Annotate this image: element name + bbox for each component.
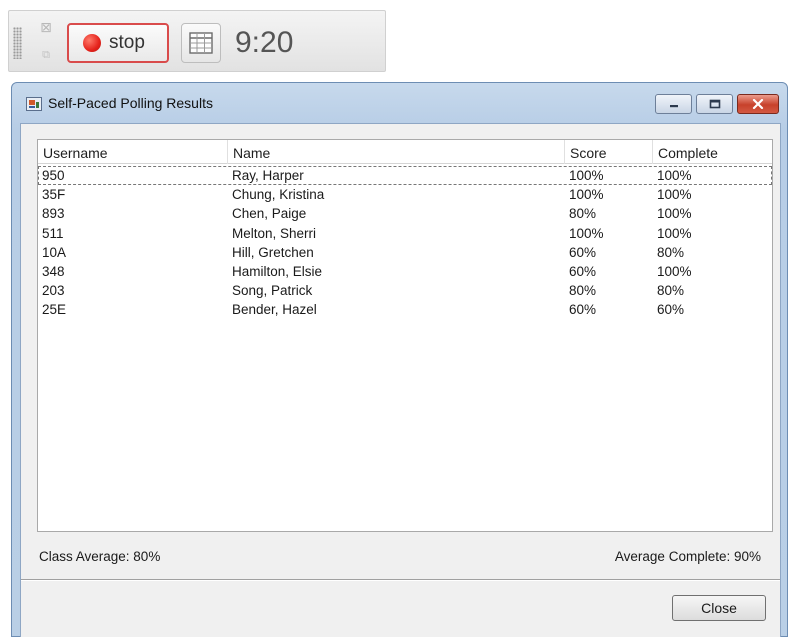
- window-controls: [655, 94, 779, 114]
- cell-name: Ray, Harper: [232, 168, 304, 183]
- cell-name: Chen, Paige: [232, 206, 307, 222]
- cell-complete: 100%: [657, 263, 692, 279]
- cell-score: 60%: [569, 302, 597, 318]
- maximize-button[interactable]: [696, 94, 733, 114]
- list-row[interactable]: 511 Melton, Sherri 100% 100%: [38, 224, 772, 243]
- list-row[interactable]: 35F Chung, Kristina 100% 100%: [38, 185, 772, 204]
- stop-button[interactable]: stop: [67, 23, 169, 63]
- cell-name: Bender, Hazel: [232, 302, 317, 318]
- cell-complete: 80%: [657, 283, 685, 299]
- cell-complete: 100%: [657, 187, 692, 203]
- cell-complete: 100%: [657, 225, 692, 241]
- cell-username: 25E: [42, 302, 67, 318]
- cell-score: 100%: [569, 168, 604, 183]
- cell-name: Hill, Gretchen: [232, 244, 314, 260]
- window-title: Self-Paced Polling Results: [48, 95, 213, 111]
- cell-name: Melton, Sherri: [232, 225, 317, 241]
- minimize-button[interactable]: [655, 94, 692, 114]
- close-icon: [752, 99, 764, 109]
- cell-username: 10A: [42, 244, 67, 260]
- average-complete-label: Average Complete: 90%: [614, 549, 761, 564]
- cell-username: 511: [42, 225, 64, 241]
- cell-score: 60%: [569, 263, 597, 279]
- cell-name: Chung, Kristina: [232, 187, 325, 203]
- cell-username: 950: [42, 168, 65, 183]
- cell-score: 100%: [569, 225, 604, 241]
- stop-button-label: stop: [109, 32, 145, 53]
- cell-username: 203: [42, 283, 65, 299]
- list-row[interactable]: 203 Song, Patrick 80% 80%: [38, 281, 772, 300]
- results-window: Self-Paced Polling Results Username Name…: [11, 82, 788, 637]
- cell-name: Hamilton, Elsie: [232, 263, 323, 279]
- cell-score: 80%: [569, 283, 597, 299]
- record-dot-icon: [83, 34, 101, 52]
- column-header-complete[interactable]: Complete: [653, 140, 774, 164]
- window-close-button[interactable]: [737, 94, 779, 114]
- app-icon: [26, 97, 42, 111]
- results-table-button[interactable]: [181, 23, 221, 63]
- list-row[interactable]: 25E Bender, Hazel 60% 60%: [38, 300, 772, 319]
- column-header-username[interactable]: Username: [38, 140, 228, 164]
- polling-toolbar: ⊠ ⧉ stop 9:20: [8, 10, 386, 72]
- results-list[interactable]: Username Name Score Complete 950 Ray, Ha…: [37, 139, 773, 532]
- list-row[interactable]: 348 Hamilton, Elsie 60% 100%: [38, 262, 772, 281]
- class-average-label: Class Average: 80%: [39, 549, 161, 564]
- column-header-score[interactable]: Score: [565, 140, 653, 164]
- maximize-icon: [709, 99, 720, 109]
- cell-complete: 100%: [657, 168, 692, 183]
- close-button[interactable]: Close: [672, 595, 766, 621]
- restore-icon[interactable]: ⧉: [37, 47, 55, 63]
- cell-score: 80%: [569, 206, 597, 222]
- cell-username: 35F: [42, 187, 66, 203]
- cell-name: Song, Patrick: [232, 283, 313, 299]
- cell-complete: 100%: [657, 206, 692, 222]
- close-icon[interactable]: ⊠: [37, 19, 55, 37]
- window-titlebar[interactable]: Self-Paced Polling Results: [12, 83, 787, 123]
- column-header-name[interactable]: Name: [228, 140, 565, 164]
- list-row[interactable]: 893 Chen, Paige 80% 100%: [38, 204, 772, 223]
- cell-score: 100%: [569, 187, 604, 203]
- list-header: Username Name Score Complete: [38, 140, 772, 164]
- window-client-area: Username Name Score Complete 950 Ray, Ha…: [20, 123, 781, 637]
- cell-username: 348: [42, 263, 65, 279]
- grip-icon[interactable]: [13, 27, 22, 59]
- list-rows: 950 Ray, Harper 100% 100% 35F Chung, Kri…: [38, 166, 772, 320]
- table-icon: [189, 32, 213, 54]
- cell-score: 60%: [569, 244, 597, 260]
- cell-complete: 80%: [657, 244, 685, 260]
- poll-timer: 9:20: [235, 26, 294, 59]
- cell-complete: 60%: [657, 302, 685, 318]
- footer-divider: [21, 579, 780, 581]
- list-row[interactable]: 950 Ray, Harper 100% 100%: [38, 166, 772, 186]
- minimize-icon: [669, 105, 678, 108]
- cell-username: 893: [42, 206, 65, 222]
- list-row[interactable]: 10A Hill, Gretchen 60% 80%: [38, 243, 772, 262]
